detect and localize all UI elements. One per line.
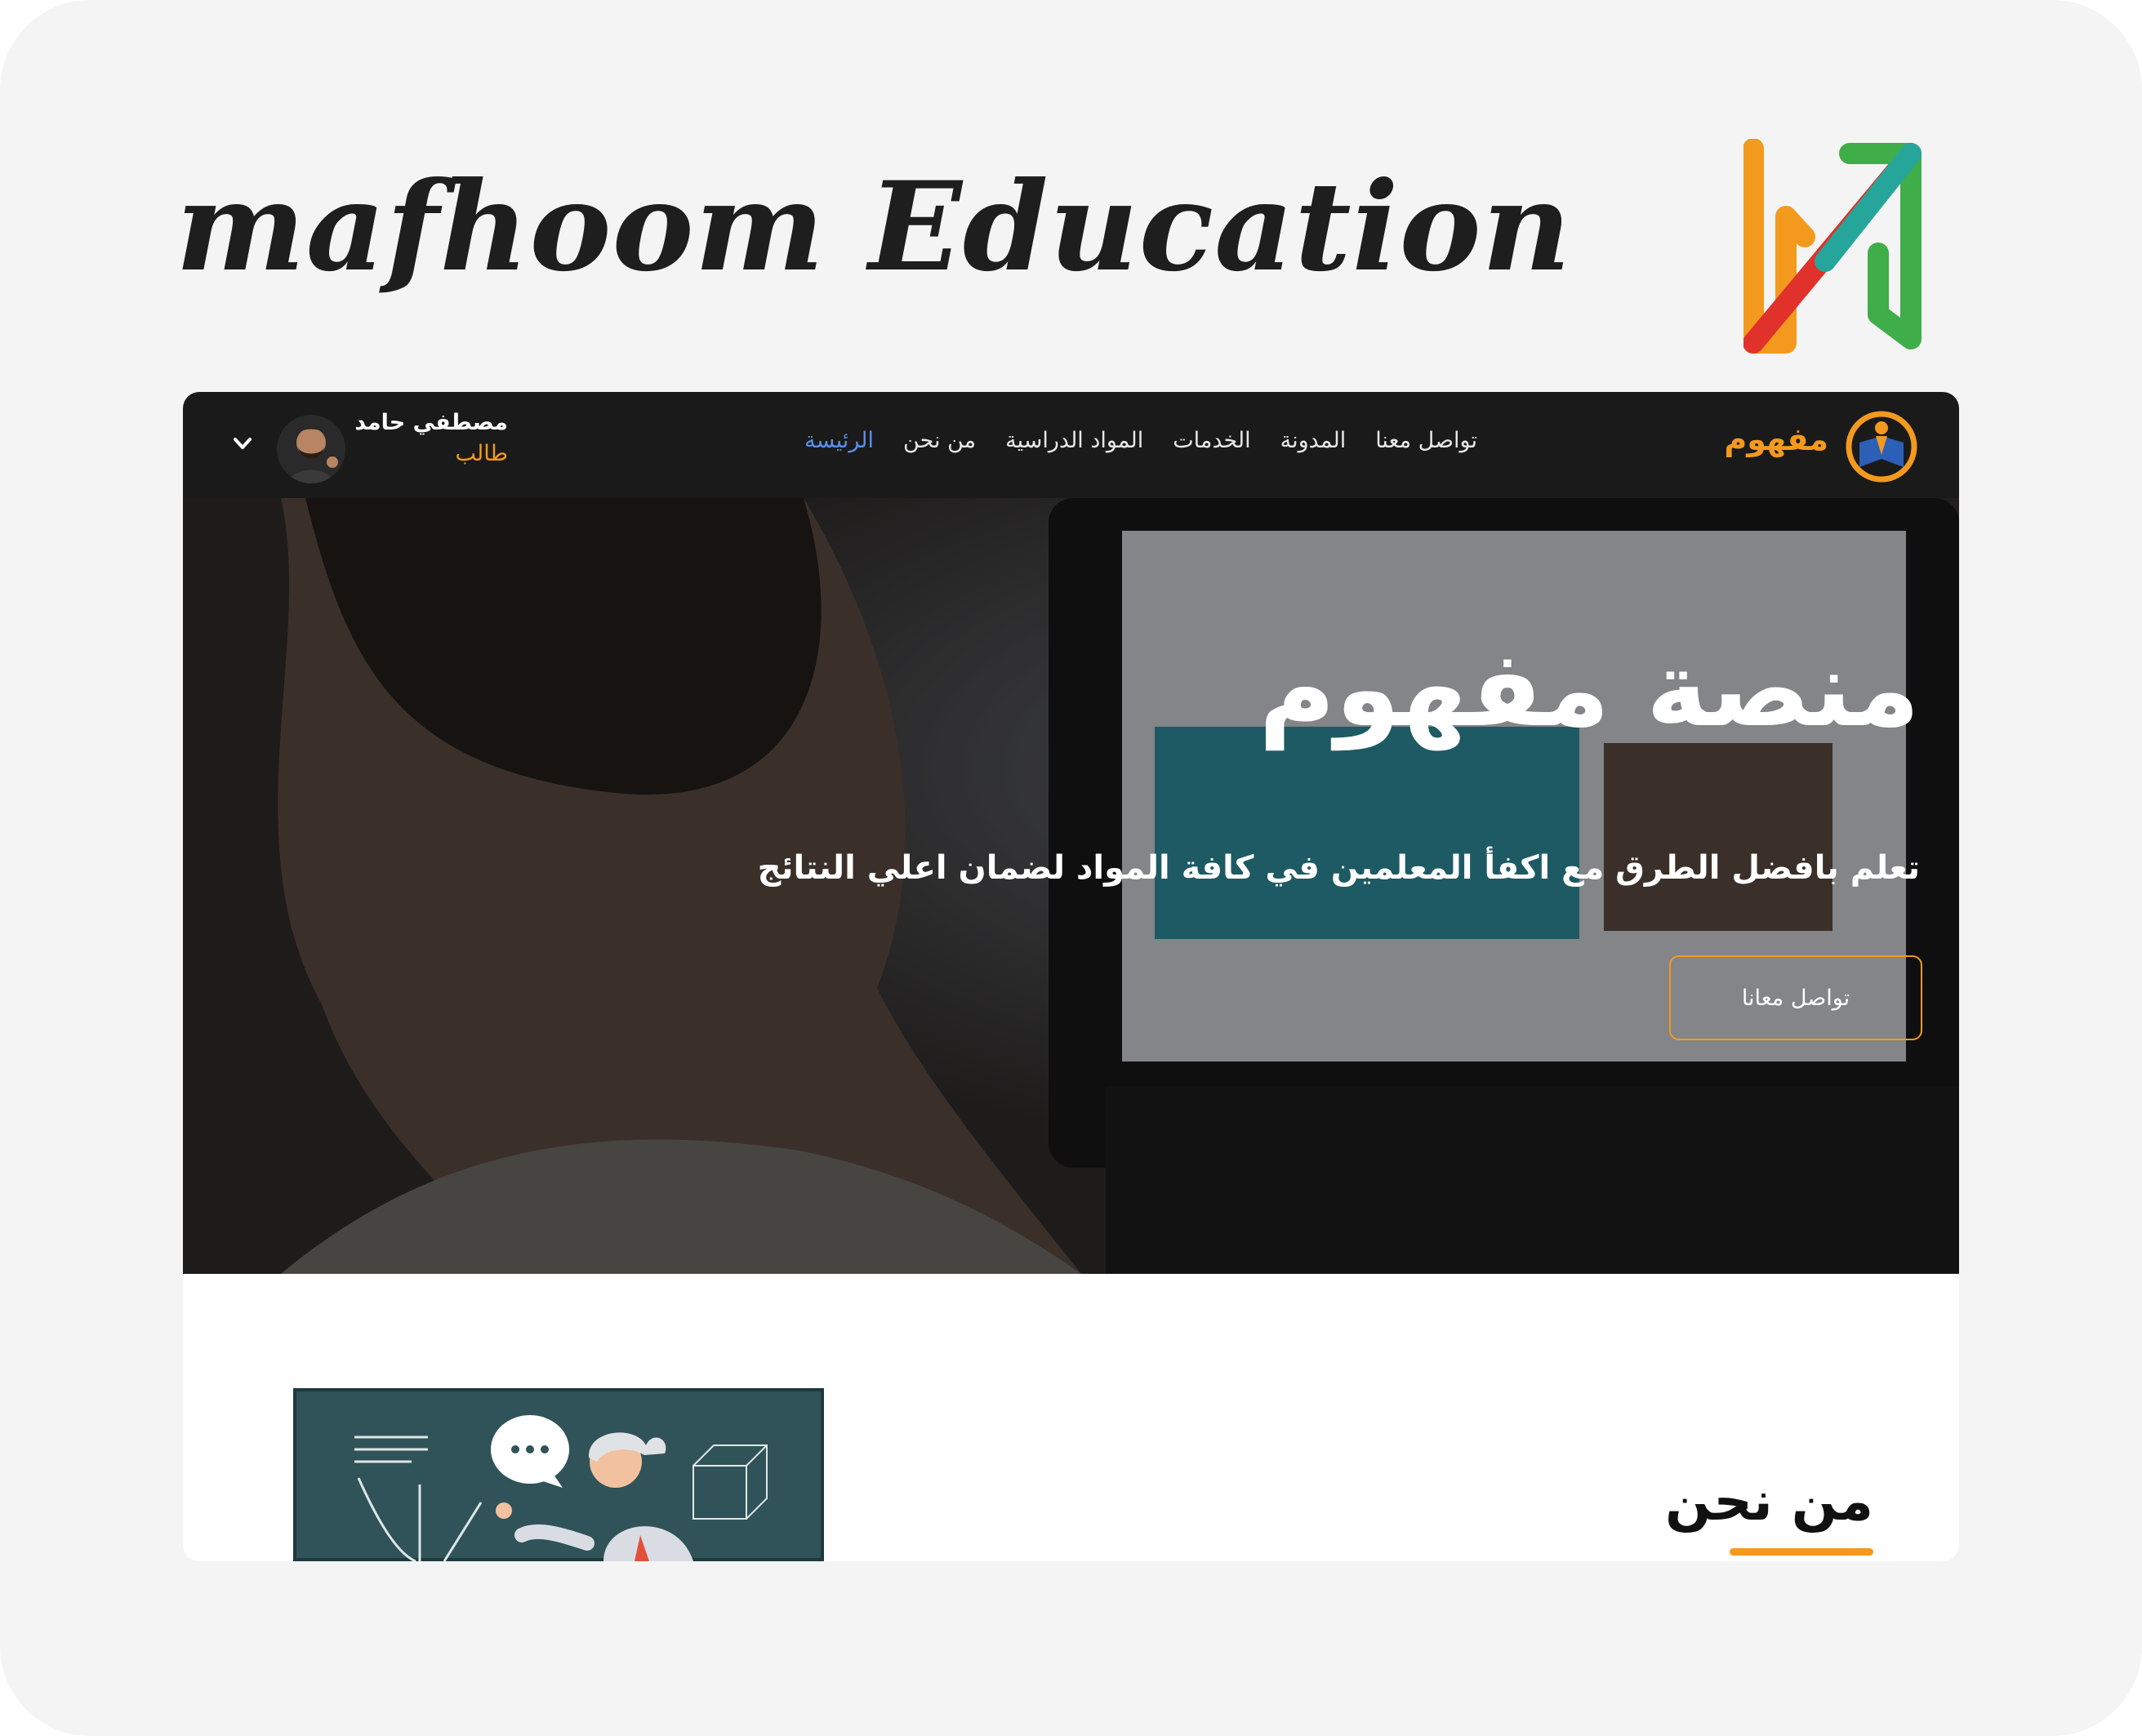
brand-title: mafhoom Education xyxy=(176,155,1572,299)
hero-title: منصة مفهوم xyxy=(1258,629,1920,750)
site-logo-text[interactable]: مفهوم xyxy=(1724,421,1828,457)
nav-item-about[interactable]: من نحن xyxy=(903,428,976,453)
mafhoom-brand-logo-icon xyxy=(1743,139,1922,354)
site-logo-icon[interactable] xyxy=(1845,410,1918,483)
nav-item-blog[interactable]: المدونة xyxy=(1280,428,1347,453)
user-name[interactable]: مصطفي حامد xyxy=(354,410,508,435)
hero-subtitle: تعلم بافضل الطرق مع اكفأ المعلمين في كاف… xyxy=(757,849,1920,887)
about-title-underline xyxy=(1730,1548,1873,1556)
site-navbar: مفهوم الرئيسة من نحن المواد الدراسية الخ… xyxy=(183,392,1959,498)
contact-us-button[interactable]: تواصل معانا xyxy=(1669,955,1922,1040)
nav-item-subjects[interactable]: المواد الدراسية xyxy=(1005,428,1143,453)
nav-item-contact[interactable]: تواصل معنا xyxy=(1375,428,1477,453)
hero-section: منصة مفهوم تعلم بافضل الطرق مع اكفأ المع… xyxy=(183,498,1959,1274)
teacher-illustration xyxy=(293,1388,824,1561)
nav-item-home[interactable]: الرئيسة xyxy=(804,428,874,453)
chevron-down-icon[interactable] xyxy=(230,431,255,456)
nav-item-services[interactable]: الخدمات xyxy=(1173,428,1250,453)
user-role: طالب xyxy=(455,441,508,466)
presentation-card: mafhoom Education منصة مفهوم تعلم بافضل … xyxy=(0,0,2142,1736)
website-screenshot: منصة مفهوم تعلم بافضل الطرق مع اكفأ المع… xyxy=(183,392,1959,1561)
about-section-title: من نحن xyxy=(1665,1470,1873,1533)
main-nav: الرئيسة من نحن المواد الدراسية الخدمات ا… xyxy=(804,428,1477,453)
avatar[interactable] xyxy=(277,415,345,483)
